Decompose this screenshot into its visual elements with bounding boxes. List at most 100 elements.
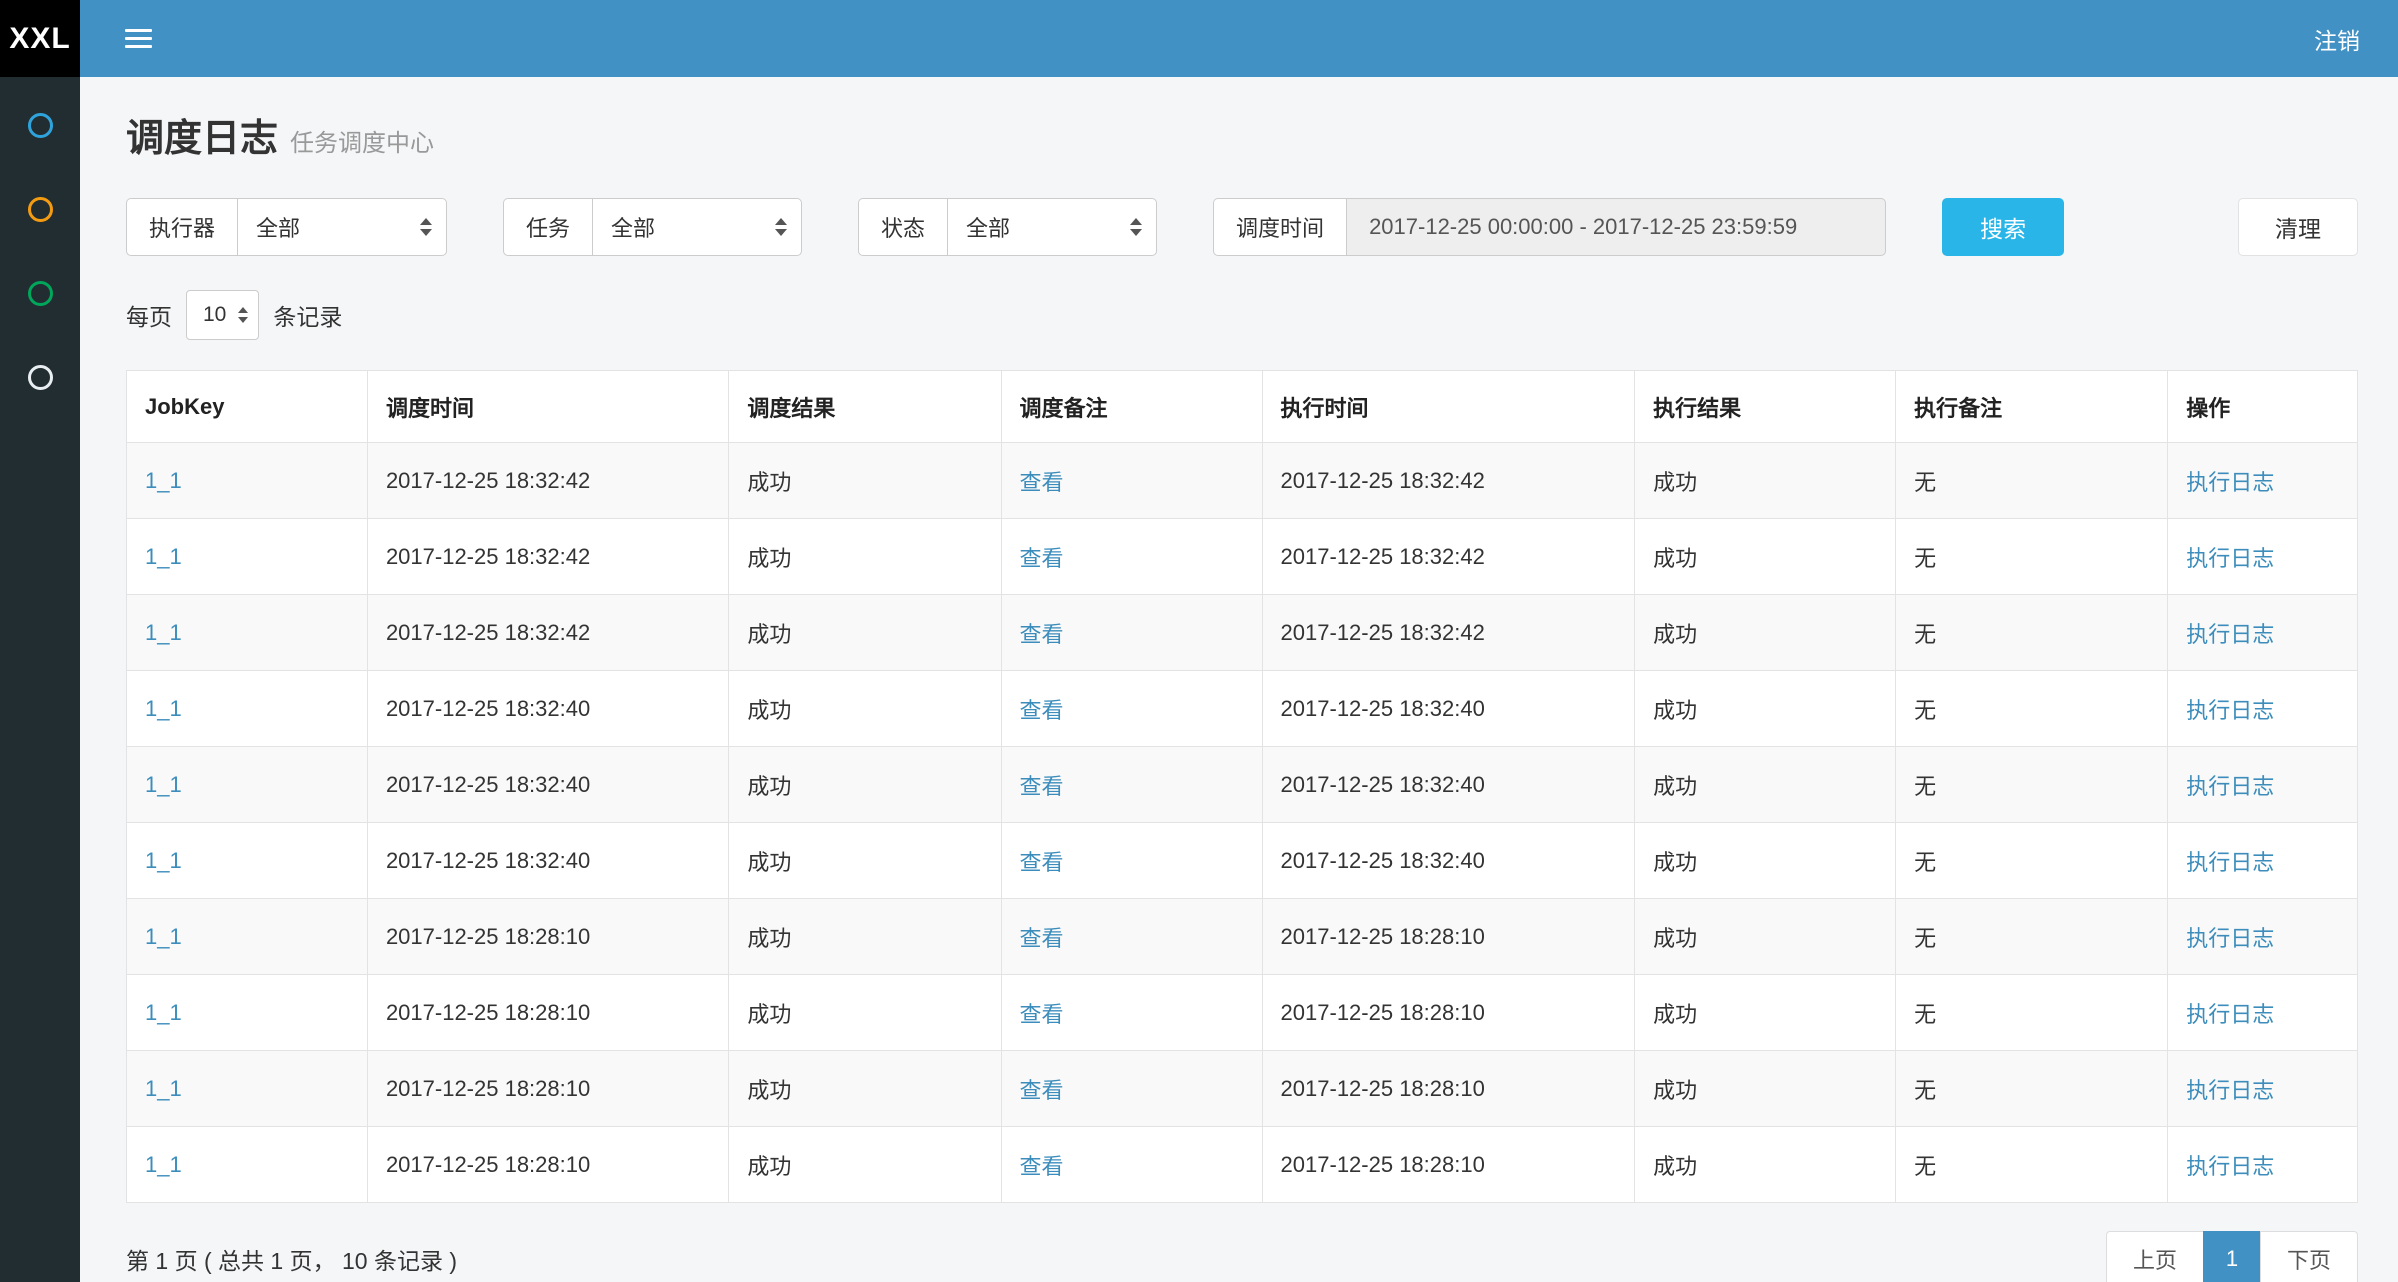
job-select[interactable]: 全部 xyxy=(592,198,802,256)
exec-time-cell: 2017-12-25 18:28:10 xyxy=(1262,1127,1635,1203)
exec-log-link[interactable]: 执行日志 xyxy=(2186,1154,2274,1179)
trigger-remark-link[interactable]: 查看 xyxy=(1020,850,1064,875)
trigger-remark-link[interactable]: 查看 xyxy=(1020,546,1064,571)
circle-outline-icon xyxy=(28,113,53,138)
sidebar-item-3[interactable] xyxy=(0,251,80,335)
table-row: 1_12017-12-25 18:32:42成功查看2017-12-25 18:… xyxy=(127,595,2358,671)
exec-remark-cell: 无 xyxy=(1896,823,2168,899)
search-button[interactable]: 搜索 xyxy=(1942,198,2064,256)
trigger-remark-link-cell: 查看 xyxy=(1001,519,1262,595)
exec-log-link[interactable]: 执行日志 xyxy=(2186,1002,2274,1027)
trigger-time-cell: 2017-12-25 18:32:42 xyxy=(367,443,728,519)
jobkey-link[interactable]: 1_1 xyxy=(145,772,182,797)
exec-log-link[interactable]: 执行日志 xyxy=(2186,926,2274,951)
next-page-button[interactable]: 下页 xyxy=(2260,1231,2358,1282)
select-stepper-icon xyxy=(420,218,432,236)
jobkey-link-cell: 1_1 xyxy=(127,1127,368,1203)
sidebar xyxy=(0,77,80,1282)
exec-remark-cell: 无 xyxy=(1896,443,2168,519)
trigger-remark-link[interactable]: 查看 xyxy=(1020,1154,1064,1179)
jobkey-link[interactable]: 1_1 xyxy=(145,1152,182,1177)
trigger-remark-link-cell: 查看 xyxy=(1001,595,1262,671)
jobkey-link[interactable]: 1_1 xyxy=(145,1076,182,1101)
table-row: 1_12017-12-25 18:28:10成功查看2017-12-25 18:… xyxy=(127,899,2358,975)
jobkey-link[interactable]: 1_1 xyxy=(145,696,182,721)
trigger-remark-link[interactable]: 查看 xyxy=(1020,622,1064,647)
trigger-remark-link[interactable]: 查看 xyxy=(1020,774,1064,799)
exec-log-link[interactable]: 执行日志 xyxy=(2186,774,2274,799)
page-size-prefix-label: 每页 xyxy=(126,298,172,332)
trigger-remark-link-cell: 查看 xyxy=(1001,1051,1262,1127)
exec-result-cell: 成功 xyxy=(1635,595,1896,671)
status-select-value: 全部 xyxy=(966,211,1010,243)
exec-result-cell: 成功 xyxy=(1635,975,1896,1051)
sidebar-toggle-button[interactable] xyxy=(100,0,176,77)
trigger-remark-link[interactable]: 查看 xyxy=(1020,470,1064,495)
column-header-trigger-time: 调度时间 xyxy=(367,371,728,443)
exec-remark-cell: 无 xyxy=(1896,747,2168,823)
exec-remark-cell: 无 xyxy=(1896,899,2168,975)
exec-log-link[interactable]: 执行日志 xyxy=(2186,470,2274,495)
exec-time-cell: 2017-12-25 18:32:40 xyxy=(1262,747,1635,823)
pagination: 上页 1 下页 xyxy=(2106,1231,2358,1282)
trigger-remark-link[interactable]: 查看 xyxy=(1020,926,1064,951)
trigger-result-cell: 成功 xyxy=(729,1051,1001,1127)
page-subtitle: 任务调度中心 xyxy=(290,123,434,158)
exec-log-link-cell: 执行日志 xyxy=(2168,975,2358,1051)
trigger-time-range-value: 2017-12-25 00:00:00 - 2017-12-25 23:59:5… xyxy=(1369,214,1797,240)
trigger-time-filter-group: 调度时间 2017-12-25 00:00:00 - 2017-12-25 23… xyxy=(1213,198,1886,256)
executor-select[interactable]: 全部 xyxy=(237,198,447,256)
exec-log-link[interactable]: 执行日志 xyxy=(2186,1078,2274,1103)
status-filter-label: 状态 xyxy=(858,198,947,256)
trigger-time-cell: 2017-12-25 18:28:10 xyxy=(367,899,728,975)
jobkey-link[interactable]: 1_1 xyxy=(145,924,182,949)
exec-log-link-cell: 执行日志 xyxy=(2168,823,2358,899)
trigger-time-range-input[interactable]: 2017-12-25 00:00:00 - 2017-12-25 23:59:5… xyxy=(1346,198,1886,256)
clear-button[interactable]: 清理 xyxy=(2238,198,2358,256)
jobkey-link[interactable]: 1_1 xyxy=(145,544,182,569)
sidebar-item-2[interactable] xyxy=(0,167,80,251)
trigger-result-cell: 成功 xyxy=(729,1127,1001,1203)
jobkey-link[interactable]: 1_1 xyxy=(145,620,182,645)
trigger-remark-link[interactable]: 查看 xyxy=(1020,1002,1064,1027)
table-row: 1_12017-12-25 18:32:42成功查看2017-12-25 18:… xyxy=(127,519,2358,595)
job-filter-group: 任务 全部 xyxy=(503,198,802,256)
jobkey-link[interactable]: 1_1 xyxy=(145,468,182,493)
trigger-remark-link[interactable]: 查看 xyxy=(1020,1078,1064,1103)
page-size-select[interactable]: 10 xyxy=(186,290,259,340)
trigger-time-cell: 2017-12-25 18:28:10 xyxy=(367,975,728,1051)
exec-log-link[interactable]: 执行日志 xyxy=(2186,698,2274,723)
page-1-button[interactable]: 1 xyxy=(2203,1231,2261,1282)
app-logo[interactable]: XXL xyxy=(0,0,80,77)
trigger-time-cell: 2017-12-25 18:32:42 xyxy=(367,519,728,595)
exec-log-link-cell: 执行日志 xyxy=(2168,1051,2358,1127)
table-row: 1_12017-12-25 18:28:10成功查看2017-12-25 18:… xyxy=(127,1051,2358,1127)
table-row: 1_12017-12-25 18:32:42成功查看2017-12-25 18:… xyxy=(127,443,2358,519)
table-header-row: JobKey 调度时间 调度结果 调度备注 执行时间 执行结果 执行备注 操作 xyxy=(127,371,2358,443)
select-stepper-icon xyxy=(775,218,787,236)
sidebar-item-4[interactable] xyxy=(0,335,80,419)
prev-page-button[interactable]: 上页 xyxy=(2106,1231,2204,1282)
circle-outline-icon xyxy=(28,281,53,306)
sidebar-item-1[interactable] xyxy=(0,83,80,167)
trigger-remark-link[interactable]: 查看 xyxy=(1020,698,1064,723)
exec-result-cell: 成功 xyxy=(1635,899,1896,975)
exec-log-link[interactable]: 执行日志 xyxy=(2186,850,2274,875)
job-filter-label: 任务 xyxy=(503,198,592,256)
table-row: 1_12017-12-25 18:28:10成功查看2017-12-25 18:… xyxy=(127,975,2358,1051)
column-header-exec-remark: 执行备注 xyxy=(1896,371,2168,443)
exec-log-link[interactable]: 执行日志 xyxy=(2186,546,2274,571)
jobkey-link[interactable]: 1_1 xyxy=(145,1000,182,1025)
jobkey-link-cell: 1_1 xyxy=(127,519,368,595)
trigger-remark-link-cell: 查看 xyxy=(1001,899,1262,975)
table-row: 1_12017-12-25 18:28:10成功查看2017-12-25 18:… xyxy=(127,1127,2358,1203)
page-header: 调度日志 任务调度中心 xyxy=(126,107,2358,162)
content-area: 调度日志 任务调度中心 执行器 全部 任务 全部 状态 xyxy=(80,77,2398,1282)
logout-link[interactable]: 注销 xyxy=(2314,22,2360,56)
select-stepper-icon xyxy=(1130,218,1142,236)
jobkey-link[interactable]: 1_1 xyxy=(145,848,182,873)
executor-select-value: 全部 xyxy=(256,211,300,243)
status-select[interactable]: 全部 xyxy=(947,198,1157,256)
page-title: 调度日志 xyxy=(126,107,278,162)
exec-log-link[interactable]: 执行日志 xyxy=(2186,622,2274,647)
